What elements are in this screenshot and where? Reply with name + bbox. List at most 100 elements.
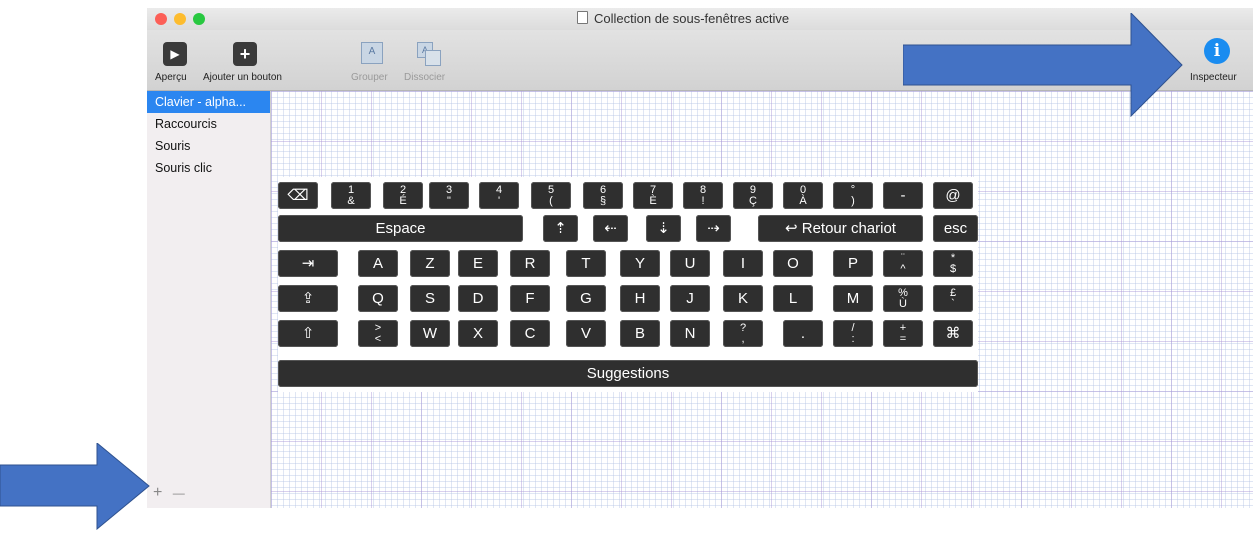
key-label: ⇣ xyxy=(657,220,670,237)
key[interactable]: ⇪ xyxy=(278,285,338,312)
key[interactable]: T xyxy=(566,250,606,277)
key-label-bottom: ^ xyxy=(900,262,906,275)
sidebar-item-raccourcis[interactable]: Raccourcis xyxy=(147,113,270,135)
key[interactable]: H xyxy=(620,285,660,312)
key[interactable]: @ xyxy=(933,182,973,209)
key[interactable]: Q xyxy=(358,285,398,312)
zoom-button[interactable] xyxy=(193,13,205,25)
dissocier-button[interactable]: A xyxy=(415,40,445,68)
key-label: D xyxy=(472,290,484,307)
key-label-stack: 5( xyxy=(548,184,554,207)
key-label-top: ° xyxy=(850,183,856,196)
key-label-stack: + = xyxy=(899,321,907,345)
key[interactable]: X xyxy=(458,320,498,347)
key[interactable]: ⇢ xyxy=(696,215,731,242)
key-label-top: + xyxy=(899,321,907,334)
key-label: R xyxy=(524,255,536,272)
key[interactable]: ⇡ xyxy=(543,215,578,242)
key[interactable]: P xyxy=(833,250,873,277)
minimize-button[interactable] xyxy=(174,13,186,25)
key[interactable]: * $ xyxy=(933,250,973,277)
key[interactable]: 0À xyxy=(783,182,823,209)
key[interactable]: J xyxy=(670,285,710,312)
key[interactable]: O xyxy=(773,250,813,277)
key[interactable]: F xyxy=(510,285,550,312)
dissocier-label: Dissocier xyxy=(404,72,446,83)
key[interactable]: esc xyxy=(933,215,978,242)
key-label-bottom: ( xyxy=(549,194,553,207)
key[interactable]: > < xyxy=(358,320,398,347)
key-label-top: ? xyxy=(739,321,747,334)
key[interactable]: Suggestions xyxy=(278,360,978,387)
key[interactable]: ⇣ xyxy=(646,215,681,242)
key[interactable]: - xyxy=(883,182,923,209)
key[interactable]: R xyxy=(510,250,550,277)
key[interactable]: 3 " xyxy=(429,182,469,209)
key-label-bottom: ` xyxy=(951,297,955,310)
key[interactable]: Espace xyxy=(278,215,523,242)
key[interactable]: 6 § xyxy=(583,182,623,209)
key[interactable]: 9Ç xyxy=(733,182,773,209)
key[interactable]: 1 & xyxy=(331,182,371,209)
sidebar-item-clavier[interactable]: Clavier - alpha... xyxy=(147,91,270,113)
key[interactable]: ⌘ xyxy=(933,320,973,347)
key[interactable]: ↩ Retour chariot xyxy=(758,215,923,242)
key[interactable]: K xyxy=(723,285,763,312)
key-label: Espace xyxy=(375,220,426,237)
key[interactable]: £ ` xyxy=(933,285,973,312)
key[interactable]: 8! xyxy=(683,182,723,209)
sidebar-item-souris[interactable]: Souris xyxy=(147,135,270,157)
ajouter-bouton-button[interactable]: + xyxy=(233,42,257,66)
grouper-button[interactable]: A xyxy=(357,40,387,68)
key[interactable]: D xyxy=(458,285,498,312)
key[interactable]: A xyxy=(358,250,398,277)
key[interactable]: C xyxy=(510,320,550,347)
arrow-right-icon xyxy=(902,11,1183,118)
key[interactable]: /: xyxy=(833,320,873,347)
key-label-stack: ¨ ^ xyxy=(900,252,906,275)
key[interactable]: 7È xyxy=(633,182,673,209)
key-label: @ xyxy=(945,187,961,204)
key[interactable]: W xyxy=(410,320,450,347)
key[interactable]: U xyxy=(670,250,710,277)
key[interactable]: 4 ' xyxy=(479,182,519,209)
key[interactable]: G xyxy=(566,285,606,312)
key-label-stack: 0À xyxy=(799,184,806,207)
key[interactable]: ⇥ xyxy=(278,250,338,277)
key[interactable]: Y xyxy=(620,250,660,277)
key[interactable]: S xyxy=(410,285,450,312)
key[interactable]: . xyxy=(783,320,823,347)
key-label-stack: 8! xyxy=(700,184,706,207)
sidebar-item-souris-clic[interactable]: Souris clic xyxy=(147,157,270,179)
key[interactable]: 2É xyxy=(383,182,423,209)
apercu-button[interactable]: ▶ xyxy=(163,42,187,66)
key-label: Y xyxy=(634,255,645,272)
key[interactable]: I xyxy=(723,250,763,277)
key[interactable]: % Ù xyxy=(883,285,923,312)
key[interactable]: ?, xyxy=(723,320,763,347)
key-label-stack: * $ xyxy=(950,252,956,275)
key[interactable]: ¨ ^ xyxy=(883,250,923,277)
key[interactable]: °) xyxy=(833,182,873,209)
key[interactable]: E xyxy=(458,250,498,277)
key[interactable]: + = xyxy=(883,320,923,347)
key[interactable]: L xyxy=(773,285,813,312)
key[interactable]: ⌫ xyxy=(278,182,318,209)
key[interactable]: Z xyxy=(410,250,450,277)
key[interactable]: N xyxy=(670,320,710,347)
key[interactable]: 5( xyxy=(531,182,571,209)
key[interactable]: M xyxy=(833,285,873,312)
window-title: Collection de sous-fenêtres active xyxy=(577,11,789,26)
key-label: esc xyxy=(943,220,968,237)
key[interactable]: ⇧ xyxy=(278,320,338,347)
key-label-stack: £ ` xyxy=(950,287,956,310)
add-item-button[interactable]: + xyxy=(153,484,162,501)
key-label: ⌫ xyxy=(287,187,309,204)
key[interactable]: B xyxy=(620,320,660,347)
key-label-bottom: È xyxy=(649,194,657,207)
inspecteur-button[interactable]: i xyxy=(1204,38,1230,64)
remove-item-button[interactable]: — xyxy=(173,486,185,500)
key[interactable]: V xyxy=(566,320,606,347)
close-button[interactable] xyxy=(155,13,167,25)
key[interactable]: ⇠ xyxy=(593,215,628,242)
